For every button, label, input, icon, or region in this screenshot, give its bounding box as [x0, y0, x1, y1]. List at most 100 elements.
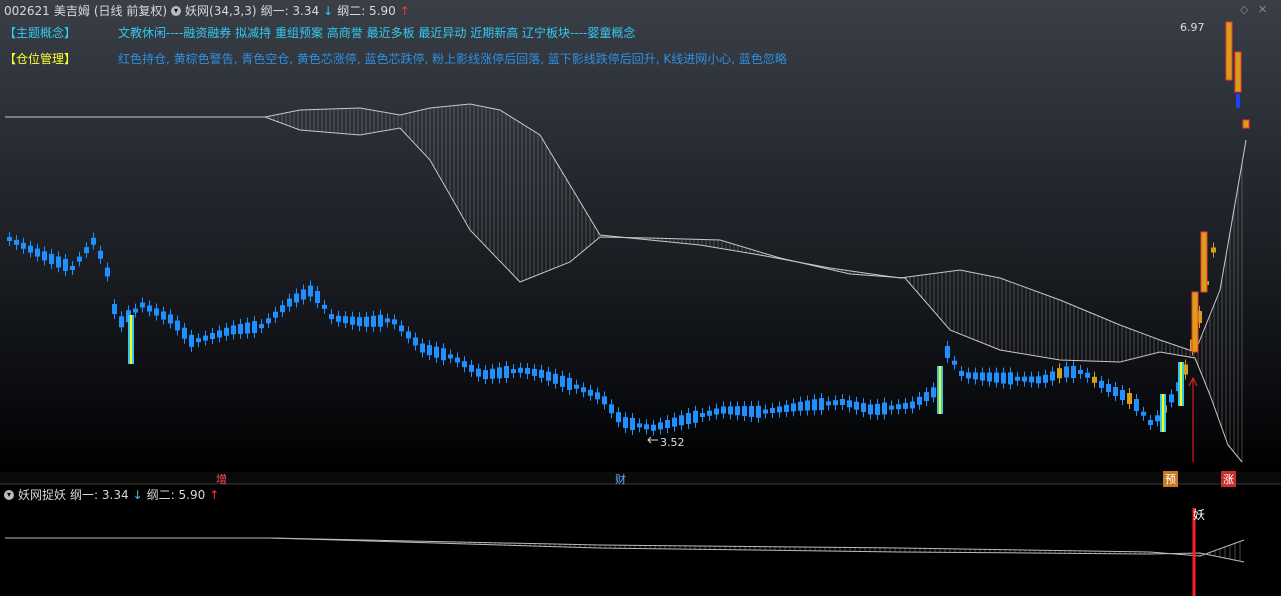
sub-line1-value: 纲一: 3.34 [70, 488, 129, 502]
candle-body [385, 318, 390, 323]
candle-body [119, 316, 124, 328]
candle-body [679, 415, 684, 426]
candle-body [469, 364, 474, 372]
candle-body [707, 410, 712, 416]
candle-body [77, 256, 82, 262]
candle-body [483, 370, 488, 380]
marker-cai[interactable]: 财 [613, 471, 628, 487]
candle-body [420, 343, 425, 353]
candle-body [476, 368, 481, 377]
candle-body [434, 346, 439, 358]
candle-body [875, 403, 880, 415]
candle-body [777, 406, 782, 413]
candle-body [812, 399, 817, 411]
candle-body [455, 357, 460, 363]
candle-body [448, 354, 453, 359]
candle-body [364, 316, 369, 327]
surge-candle-body [1200, 231, 1208, 293]
candle-body [1155, 415, 1160, 422]
candle-body [665, 420, 670, 428]
indicator-toggle-icon[interactable]: ▾ [171, 5, 182, 16]
candle-body [742, 406, 747, 417]
candle-body [301, 289, 306, 300]
surge-candle-body [1191, 291, 1199, 353]
candle-body [287, 298, 292, 307]
diamond-icon[interactable]: ◇ [1240, 3, 1248, 16]
high-price-label: 6.97 [1180, 21, 1205, 34]
candle-body [959, 370, 964, 376]
candle-body [1008, 372, 1013, 385]
candle-body [840, 399, 845, 405]
candle-body [602, 396, 607, 405]
candle-body [952, 360, 957, 365]
candle-body [826, 401, 831, 406]
candle-body [182, 327, 187, 339]
marker-zeng[interactable]: 增 [214, 471, 229, 487]
candle-body [1036, 376, 1041, 384]
line2-arrow-icon: ↑ [399, 3, 410, 18]
marker-zhang[interactable]: 涨 [1221, 471, 1236, 487]
chart-header: 002621 美吉姆 (日线 前复权) ▾ 妖网(34,3,3) 纲一: 3.3… [4, 2, 410, 19]
candle-body [238, 323, 243, 334]
position-label: 【仓位管理】 [4, 52, 77, 66]
candle-body [728, 406, 733, 415]
candle-body [1057, 368, 1062, 379]
limit-candle-core [1162, 394, 1164, 432]
candle-body [630, 418, 635, 430]
candle-body [1141, 411, 1146, 416]
candle-body [392, 319, 397, 325]
candle-body [903, 402, 908, 409]
candle-body [847, 400, 852, 408]
candle-body [105, 267, 110, 277]
candle-body [616, 412, 621, 423]
candle-body [637, 423, 642, 428]
candle-body [1113, 387, 1118, 396]
sub-line2-arrow-icon: ↑ [209, 487, 220, 502]
candle-body [406, 331, 411, 339]
candle-body [441, 348, 446, 361]
candle-body [609, 404, 614, 414]
candle-body [1085, 372, 1090, 378]
candle-body [1022, 376, 1027, 382]
line1-arrow-icon: ↓ [323, 3, 334, 18]
candle-body [63, 258, 68, 271]
candle-body [231, 325, 236, 335]
candle-body [98, 250, 103, 259]
candle-body [168, 314, 173, 324]
candle-body [161, 311, 166, 320]
main-chart-canvas[interactable] [0, 0, 1281, 596]
candle-body [490, 368, 495, 379]
blue-core-candle [1236, 94, 1240, 108]
candle-body [756, 405, 761, 418]
candle-body [1127, 393, 1132, 404]
candle-body [784, 404, 789, 412]
candle-body [1106, 384, 1111, 392]
candle-body [763, 409, 768, 414]
marker-yu[interactable]: 预 [1163, 471, 1178, 487]
candle-body [980, 372, 985, 381]
candle-body [42, 251, 47, 261]
sub-panel-header: ▾ 妖网捉妖 纲一: 3.34 ↓ 纲二: 5.90 ↑ [4, 486, 219, 503]
limit-candle-core [1180, 362, 1182, 406]
candle-body [245, 322, 250, 334]
candle-body [378, 314, 383, 327]
candle-body [413, 337, 418, 346]
candle-body [1211, 247, 1216, 253]
main-panel-bg [0, 0, 1281, 472]
period-label[interactable]: (日线 前复权) [94, 2, 167, 19]
sub-panel-title[interactable]: 妖网捉妖 [18, 486, 66, 503]
candle-body [84, 247, 89, 254]
indicator-name[interactable]: 妖网(34,3,3) [185, 2, 257, 19]
candle-body [329, 314, 334, 320]
line1-value: 纲一: 3.34 [260, 4, 320, 18]
candle-body [686, 413, 691, 424]
limit-candle-core [939, 366, 941, 414]
close-icon[interactable]: ✕ [1258, 3, 1267, 16]
candle-body [427, 345, 432, 356]
candle-body [973, 372, 978, 380]
candle-body [595, 392, 600, 400]
candle-body [147, 305, 152, 312]
sub-indicator-toggle-icon[interactable]: ▾ [4, 489, 14, 500]
yao-signal-label: 妖 [1193, 508, 1206, 522]
candle-body [882, 402, 887, 415]
